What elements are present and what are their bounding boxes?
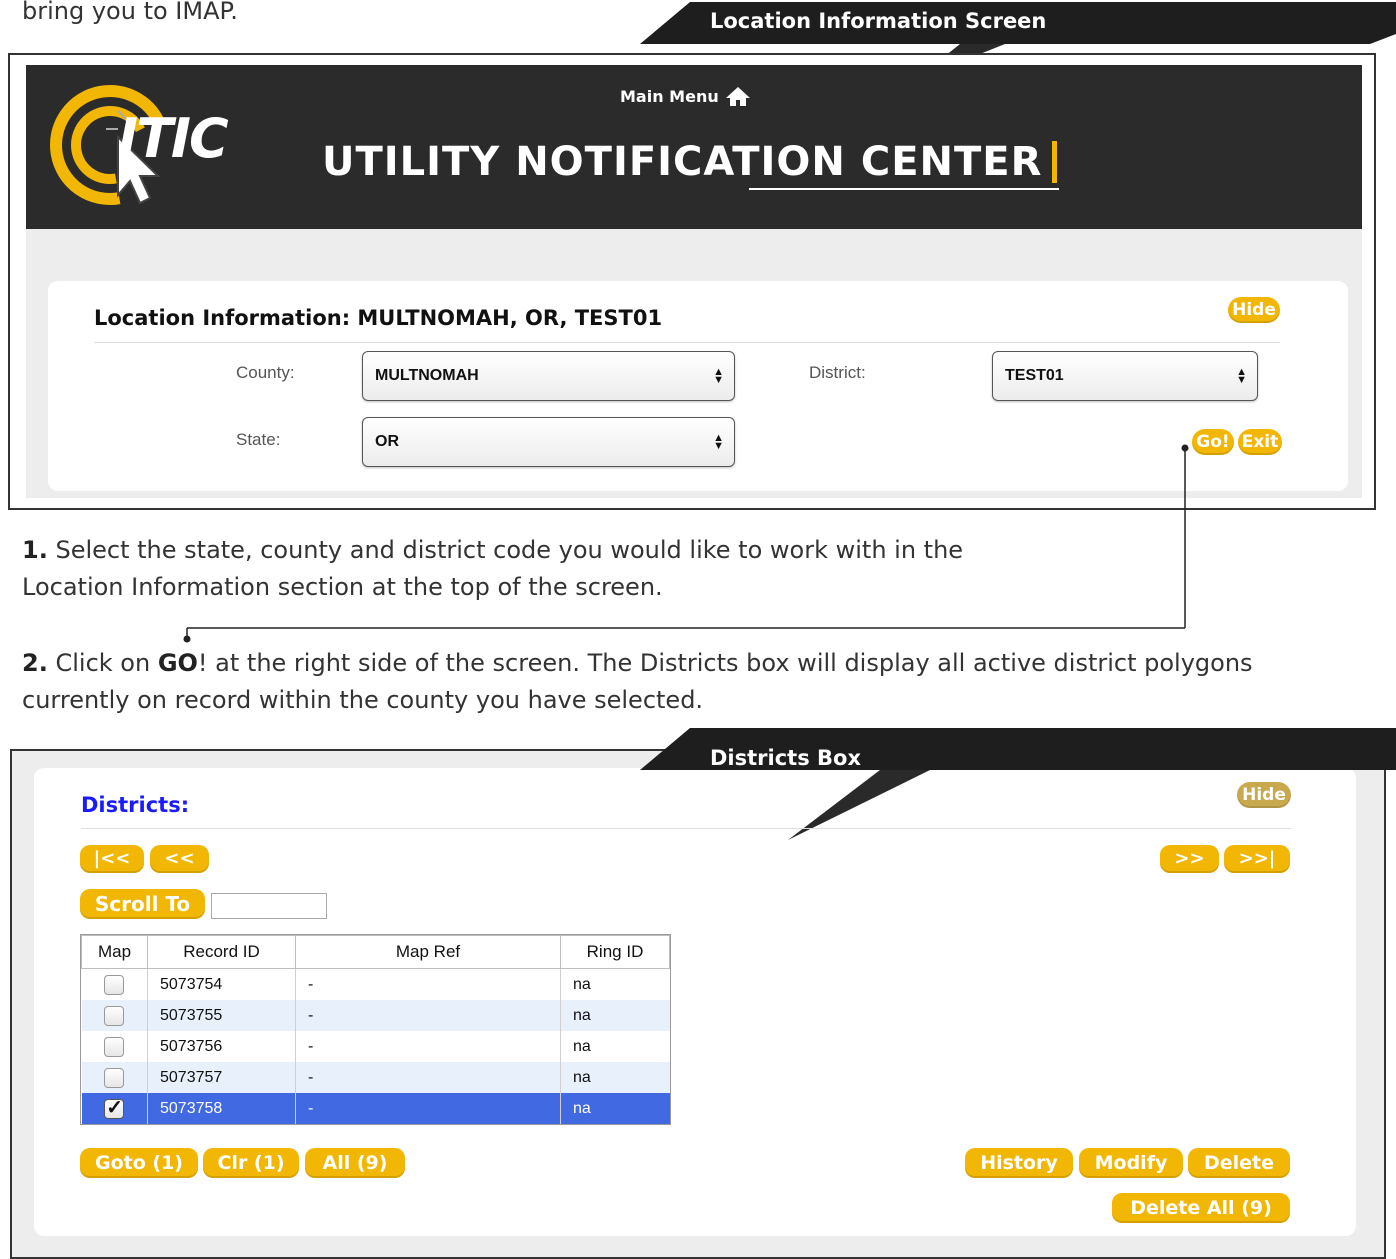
record-id-cell: 5073758	[147, 1093, 296, 1124]
table-row[interactable]: 5073754 - na	[82, 968, 670, 1001]
record-id-cell: 5073754	[147, 968, 296, 1000]
districts-heading: Districts:	[81, 793, 190, 817]
table-row[interactable]: 5073757 - na	[81, 1062, 670, 1093]
record-id-cell: 5073755	[147, 1000, 296, 1031]
next-page-button[interactable]: >>	[1160, 845, 1219, 873]
ring-id-cell: na	[560, 1062, 670, 1093]
callout-districts-pointer	[640, 690, 1396, 840]
map-checkbox[interactable]	[104, 1067, 125, 1088]
all-button[interactable]: All (9)	[305, 1148, 405, 1178]
goto-button[interactable]: Goto (1)	[80, 1148, 198, 1178]
ring-id-cell: na	[560, 1093, 670, 1124]
col-map[interactable]: Map	[81, 935, 148, 969]
record-id-cell: 5073757	[147, 1062, 296, 1093]
map-checkbox-checked[interactable]: ✓	[104, 1097, 125, 1119]
delete-all-button[interactable]: Delete All (9)	[1112, 1193, 1290, 1223]
map-checkbox[interactable]	[104, 1036, 125, 1057]
first-page-button[interactable]: |<<	[80, 845, 144, 873]
map-checkbox[interactable]	[104, 974, 125, 995]
checkmark-icon: ✓	[106, 1096, 124, 1119]
map-ref-cell: -	[295, 1031, 561, 1062]
step1-line1: 1. Select the state, county and district…	[22, 533, 963, 567]
ring-id-cell: na	[560, 1031, 670, 1062]
step1-text-a: Select the state, county and district co…	[55, 536, 964, 564]
map-ref-cell: -	[295, 1093, 561, 1124]
history-button[interactable]: History	[965, 1148, 1073, 1178]
map-checkbox[interactable]	[104, 1005, 125, 1026]
step2-line1: 2. Click on GO! at the right side of the…	[22, 646, 1253, 680]
table-row[interactable]: 5073756 - na	[82, 1031, 670, 1062]
map-ref-cell: -	[295, 968, 561, 1000]
ring-id-cell: na	[560, 1000, 670, 1031]
record-id-cell: 5073756	[147, 1031, 296, 1062]
scroll-to-input[interactable]	[211, 893, 327, 919]
last-page-button[interactable]: >>|	[1224, 845, 1290, 873]
map-checkbox-cell[interactable]: ✓	[81, 1093, 148, 1124]
step2-pre: Click on	[55, 649, 158, 677]
map-ref-cell: -	[295, 1062, 561, 1093]
step2-go: GO	[157, 649, 198, 677]
prev-page-button[interactable]: <<	[150, 845, 209, 873]
step2-number: 2.	[22, 649, 48, 677]
districts-table: Map Record ID Map Ref Ring ID 5073754 - …	[81, 935, 670, 1124]
col-map-ref[interactable]: Map Ref	[295, 935, 561, 969]
map-checkbox-cell[interactable]	[81, 1000, 148, 1031]
table-row-selected[interactable]: ✓ 5073758 - na	[81, 1093, 670, 1124]
clear-button[interactable]: Clr (1)	[203, 1148, 299, 1178]
col-record-id[interactable]: Record ID	[147, 935, 296, 969]
callout-districts-label: Districts Box	[710, 746, 861, 770]
modify-button[interactable]: Modify	[1079, 1148, 1183, 1178]
table-header-row: Map Record ID Map Ref Ring ID	[81, 935, 670, 969]
districts-table-wrap: Map Record ID Map Ref Ring ID 5073754 - …	[80, 934, 671, 1125]
col-ring-id[interactable]: Ring ID	[560, 935, 670, 969]
step2-post: ! at the right side of the screen. The D…	[197, 649, 1253, 677]
table-row[interactable]: 5073755 - na	[81, 1000, 670, 1031]
map-checkbox-cell[interactable]	[81, 1062, 148, 1093]
map-ref-cell: -	[295, 1000, 561, 1031]
step1-text-b: Location Information section at the top …	[22, 573, 663, 601]
map-checkbox-cell[interactable]	[82, 969, 148, 1001]
map-checkbox-cell[interactable]	[82, 1031, 148, 1062]
districts-hide-button[interactable]: Hide	[1237, 782, 1291, 808]
delete-button[interactable]: Delete	[1188, 1148, 1290, 1178]
step1-number: 1.	[22, 536, 48, 564]
ring-id-cell: na	[560, 968, 670, 1000]
scroll-to-button[interactable]: Scroll To	[80, 889, 205, 919]
districts-divider	[81, 828, 1291, 829]
